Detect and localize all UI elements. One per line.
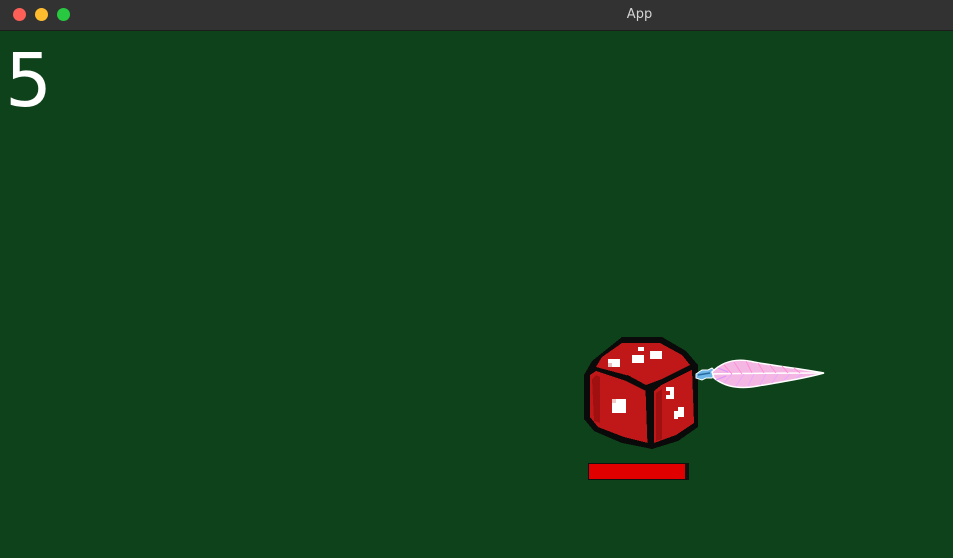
game-canvas[interactable]: 5 [0, 31, 953, 558]
dice-icon [584, 337, 698, 449]
title-bar[interactable]: App [0, 0, 953, 31]
app-window: App 5 [0, 0, 953, 558]
window-title: App [626, 7, 653, 22]
enemy-health-bar [588, 463, 689, 480]
score-counter: 5 [5, 38, 53, 124]
feather-icon [695, 359, 825, 389]
enemy-health-fill [589, 464, 685, 479]
